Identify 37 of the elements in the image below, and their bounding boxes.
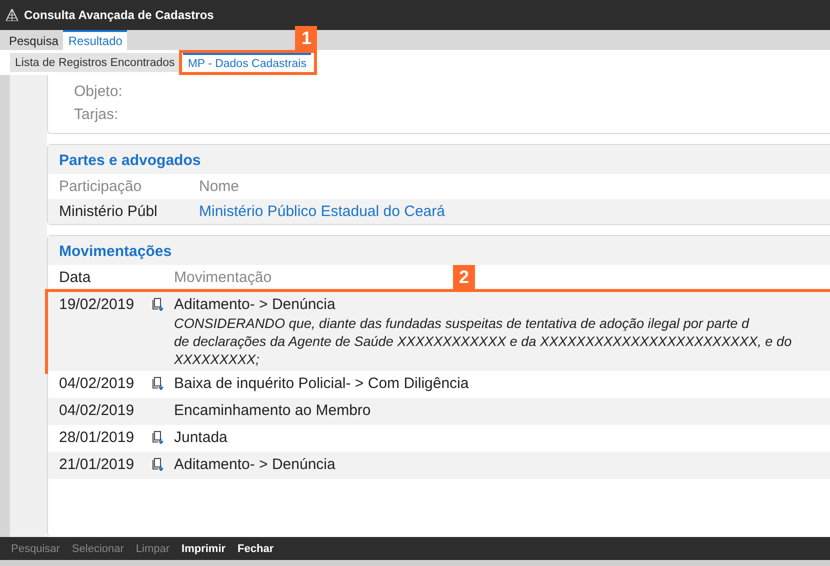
movement-title: Juntada <box>174 429 228 446</box>
movement-row[interactable]: 04/02/2019 Encaminhamento ao Membro <box>48 398 830 425</box>
tab[interactable]: Resultado <box>63 30 128 50</box>
date-cell-text: 04/02/2019 <box>59 375 136 392</box>
field-label: Objeto: <box>74 83 124 102</box>
callout-badge: 1 <box>295 26 318 50</box>
table-cell-text: Ministério Públ <box>59 203 158 220</box>
sub-tab[interactable]: Lista de Registros Encontrados <box>10 53 180 72</box>
date-cell-text: 19/02/2019 <box>59 296 136 313</box>
movement-description: CONSIDERANDO que, diante das fundadas suspeitas de tentativa de adoção ilegal por parte d <box>174 316 750 331</box>
column-header: Participação <box>59 178 143 195</box>
document-icon[interactable] <box>152 377 164 390</box>
document-icon[interactable] <box>152 298 164 311</box>
toolbar-button[interactable]: Imprimir <box>178 542 230 554</box>
movement-title: Aditamento- > Denúncia <box>174 456 336 473</box>
document-icon[interactable] <box>152 458 164 471</box>
panel-title: Movimentações <box>48 236 830 265</box>
field-label: Tarjas: <box>74 106 120 125</box>
window-title: Consulta Avançada de Cadastros <box>24 8 214 22</box>
date-cell-text: 04/02/2019 <box>59 402 136 419</box>
movement-row[interactable]: 21/01/2019 Aditamento- > Denúncia <box>48 452 830 479</box>
panel-title: Partes e advogados <box>48 145 830 174</box>
movement-description: de declarações da Agente de Saúde XXXXXXXXXXXX e da XXXXXXXXXXXXXXXXXXXXXXXX, e do <box>174 334 792 349</box>
date-cell-text: 28/01/2019 <box>59 429 136 446</box>
movement-title: Baixa de inquérito Policial- > Com Diligência <box>174 375 469 392</box>
toolbar-button[interactable]: Fechar <box>234 542 278 554</box>
document-icon[interactable] <box>152 431 164 444</box>
movement-title: Encaminhamento ao Membro <box>174 402 371 419</box>
column-header: Data <box>59 269 92 286</box>
date-cell-text: 21/01/2019 <box>59 456 136 473</box>
column-header: Movimentação <box>174 269 272 286</box>
party-link[interactable]: Ministério Público Estadual do Ceará <box>199 203 445 220</box>
movement-description: XXXXXXXXX; <box>174 352 260 367</box>
movement-title: Aditamento- > Denúncia <box>174 296 336 313</box>
pyramid-icon <box>6 9 18 21</box>
column-header: Nome <box>199 178 240 195</box>
callout-badge: 2 <box>453 265 475 289</box>
